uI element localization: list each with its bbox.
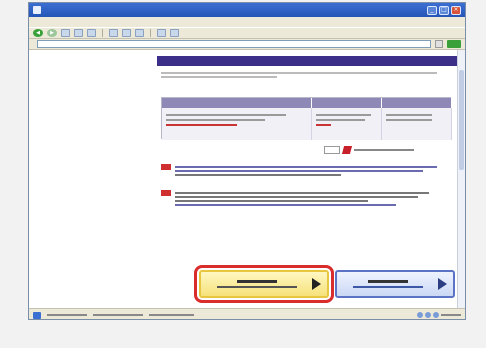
back-arrow-icon[interactable]: ◀ <box>33 29 43 37</box>
meets-requirements-label <box>207 280 306 288</box>
meets-subtitle <box>216 286 297 288</box>
note-text <box>175 190 451 208</box>
reader-badge-icon <box>324 146 340 154</box>
env-heading <box>161 87 201 93</box>
maximize-icon[interactable]: □ <box>439 5 449 15</box>
start-button-icon[interactable] <box>33 311 41 319</box>
browser-window: _ □ × ◀ ▶ <box>28 2 466 320</box>
toolbar-divider <box>102 29 103 37</box>
toolbar-divider <box>150 29 151 37</box>
play-arrow-icon <box>438 278 447 290</box>
meets-title <box>236 280 277 283</box>
search-icon[interactable] <box>109 29 118 37</box>
table-cell-os <box>162 108 312 140</box>
section-description <box>161 70 451 82</box>
favorites-icon[interactable] <box>122 29 131 37</box>
note-tag-icon <box>161 164 171 170</box>
forward-arrow-icon[interactable]: ▶ <box>47 29 57 37</box>
table-header-reader <box>382 98 452 108</box>
menu-bar <box>29 17 465 27</box>
vertical-scrollbar[interactable] <box>457 50 465 308</box>
page-content <box>29 50 465 308</box>
address-dropdown-icon[interactable] <box>435 40 443 48</box>
note-compat <box>161 164 451 178</box>
not-meets-subtitle <box>352 286 423 288</box>
minimize-icon[interactable]: _ <box>427 5 437 15</box>
zone-label <box>441 314 461 316</box>
status-bar <box>29 308 465 319</box>
tray-icon[interactable] <box>433 312 439 318</box>
ie-icon <box>33 6 41 14</box>
not-meets-requirements-button[interactable] <box>335 270 455 298</box>
section-header <box>157 56 457 66</box>
table-header-browser <box>312 98 382 108</box>
taskbar-item[interactable] <box>149 314 194 316</box>
note-text <box>175 164 451 178</box>
history-icon[interactable] <box>135 29 144 37</box>
home-icon[interactable] <box>87 29 96 37</box>
refresh-icon[interactable] <box>74 29 83 37</box>
system-tray <box>417 312 461 318</box>
adobe-reader-logo <box>341 146 353 154</box>
tray-icon[interactable] <box>425 312 431 318</box>
status-text <box>47 314 87 316</box>
go-button[interactable] <box>447 40 461 48</box>
note-reader <box>161 190 451 208</box>
close-icon[interactable]: × <box>451 5 461 15</box>
adobe-reader-link[interactable] <box>324 145 414 155</box>
table-cell-reader <box>382 108 452 140</box>
address-bar <box>29 39 465 50</box>
tray-icon[interactable] <box>417 312 423 318</box>
stop-icon[interactable] <box>61 29 70 37</box>
requirement-buttons <box>194 265 465 304</box>
taskbar-item[interactable] <box>93 314 143 316</box>
page-frame <box>149 50 461 308</box>
mail-icon[interactable] <box>157 29 166 37</box>
address-input[interactable] <box>37 40 431 48</box>
scrollbar-thumb[interactable] <box>459 70 464 170</box>
title-bar: _ □ × <box>29 3 465 17</box>
not-meets-label <box>343 280 432 288</box>
reader-link-label <box>354 149 414 151</box>
not-meets-title <box>367 280 408 283</box>
play-arrow-icon <box>312 278 321 290</box>
table-cell-browser <box>312 108 382 140</box>
meets-requirements-button[interactable] <box>194 265 334 303</box>
toolbar: ◀ ▶ <box>29 27 465 39</box>
print-icon[interactable] <box>170 29 179 37</box>
environment-table <box>161 97 452 140</box>
note-tag-icon <box>161 190 171 196</box>
table-header-os <box>162 98 312 108</box>
